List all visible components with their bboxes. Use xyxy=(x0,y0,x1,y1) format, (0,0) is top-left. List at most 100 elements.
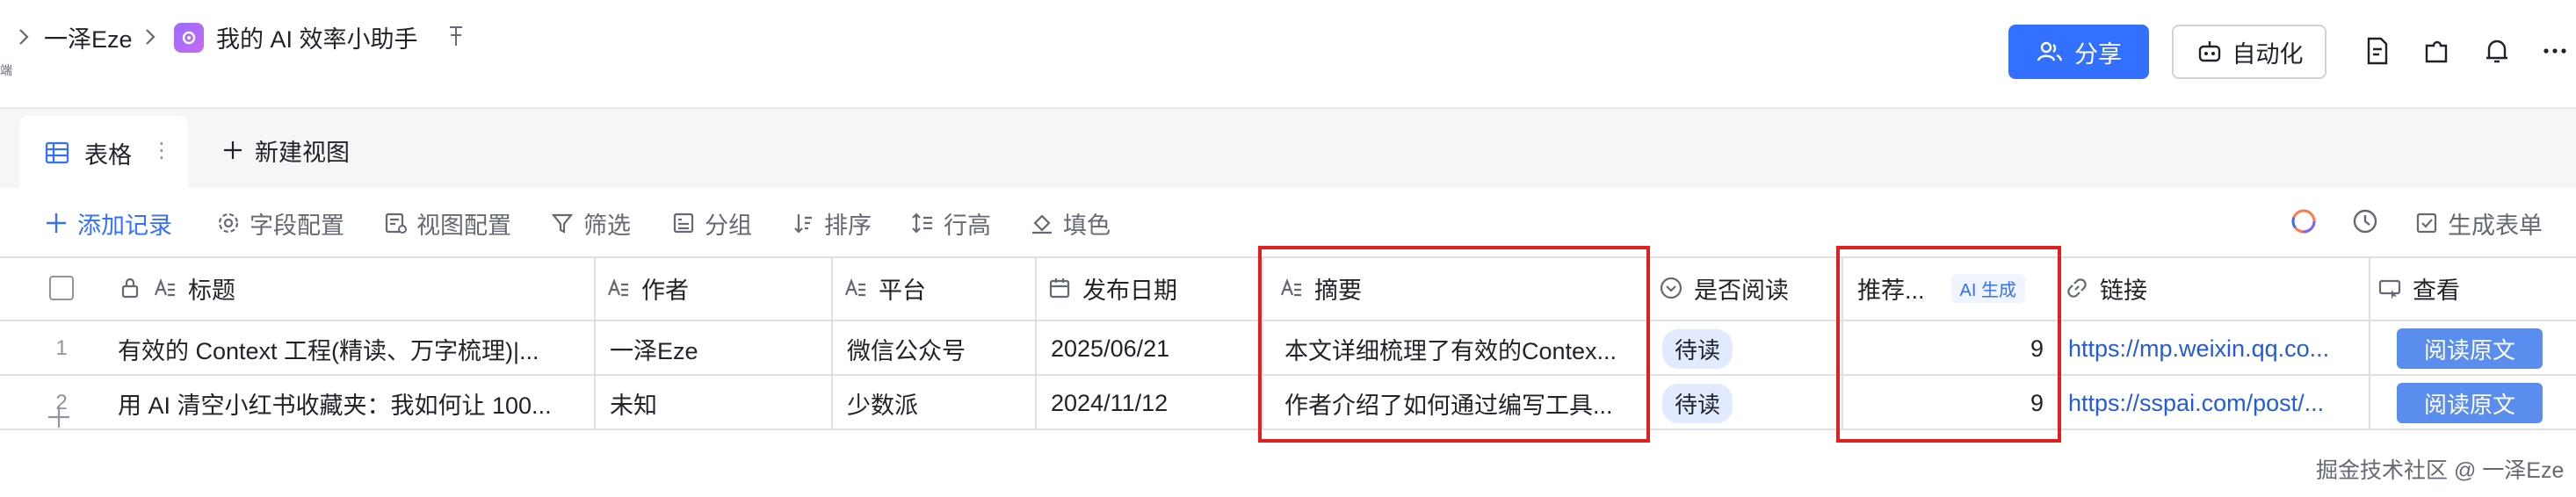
cell-title[interactable]: 用 AI 清空小红书收藏夹：我如何让 100... xyxy=(118,376,583,430)
base-title[interactable]: 我的 AI 效率小助手 xyxy=(216,19,418,54)
column-header-link-label: 链接 xyxy=(2100,277,2147,304)
column-header-summary[interactable]: 摘要 xyxy=(1279,256,1362,320)
tab-table[interactable]: 表格 ⋮ xyxy=(19,116,188,190)
cell-score[interactable]: 9 xyxy=(1854,321,2044,376)
fill-color-label: 填色 xyxy=(1063,212,1111,239)
sort-button[interactable]: 排序 xyxy=(791,205,872,241)
gear-icon xyxy=(218,212,239,234)
share-button[interactable]: 分享 xyxy=(2008,25,2149,79)
column-header-platform[interactable]: 平台 xyxy=(843,256,926,320)
more-icon[interactable] xyxy=(2539,35,2571,67)
read-original-button[interactable]: 阅读原文 xyxy=(2397,383,2543,423)
users-icon xyxy=(2037,41,2063,61)
column-header-view-label: 查看 xyxy=(2413,277,2460,304)
cell-date[interactable]: 2024/11/12 xyxy=(1051,376,1253,430)
button-field-icon xyxy=(2378,279,2401,299)
cell-author[interactable]: 一泽Eze xyxy=(610,321,821,376)
side-mark: 端 xyxy=(0,63,12,77)
group-button[interactable]: 分组 xyxy=(671,205,752,241)
status-tag: 待读 xyxy=(1662,328,1733,369)
new-view-button[interactable]: 新建视图 xyxy=(221,128,350,172)
link-icon xyxy=(2067,278,2087,298)
row-height-icon xyxy=(912,212,932,234)
cell-title[interactable]: 有效的 Context 工程(精读、万字梳理)|... xyxy=(118,321,583,376)
select-all-checkbox[interactable] xyxy=(49,276,74,300)
add-row-icon[interactable] xyxy=(46,404,72,430)
automation-button[interactable]: 自动化 xyxy=(2172,25,2326,79)
grid-line xyxy=(1842,256,1843,429)
group-label: 分组 xyxy=(705,212,752,239)
cell-summary[interactable]: 作者介绍了如何通过编写工具... xyxy=(1284,376,1639,430)
pin-icon[interactable] xyxy=(443,23,469,49)
cell-read[interactable]: 待读 xyxy=(1662,376,1829,430)
single-select-icon xyxy=(1660,277,1682,299)
generate-form-button[interactable]: 生成表单 xyxy=(2414,205,2543,241)
column-header-author[interactable]: 作者 xyxy=(606,256,689,320)
automation-label: 自动化 xyxy=(2232,40,2304,68)
bell-icon[interactable] xyxy=(2481,35,2513,67)
document-icon[interactable] xyxy=(2362,35,2393,67)
column-header-link[interactable]: 链接 xyxy=(2065,256,2147,320)
text-field-icon xyxy=(844,277,865,297)
read-original-button[interactable]: 阅读原文 xyxy=(2397,328,2543,369)
cell-score[interactable]: 9 xyxy=(1854,376,2044,430)
field-config-label: 字段配置 xyxy=(250,212,344,239)
grid-line xyxy=(2059,256,2061,429)
column-header-summary-label: 摘要 xyxy=(1314,277,1362,304)
filter-button[interactable]: 筛选 xyxy=(550,205,631,241)
column-header-read-label: 是否阅读 xyxy=(1694,277,1789,304)
plugin-icon[interactable] xyxy=(2421,35,2453,67)
filter-label: 筛选 xyxy=(583,212,631,239)
ai-assistant-icon[interactable] xyxy=(2288,205,2319,237)
row-number: 1 xyxy=(55,336,68,360)
cell-link[interactable]: https://mp.weixin.qq.co... xyxy=(2068,321,2360,376)
view-settings-icon xyxy=(385,212,407,234)
row-height-label: 行高 xyxy=(944,212,991,239)
expand-chevron-icon[interactable] xyxy=(18,19,30,54)
view-config-button[interactable]: 视图配置 xyxy=(383,205,511,241)
column-header-score-label: 推荐... xyxy=(1857,277,1925,304)
generate-form-label: 生成表单 xyxy=(2448,212,2543,239)
form-icon xyxy=(2416,212,2437,234)
cell-date[interactable]: 2025/06/21 xyxy=(1051,321,1253,376)
add-record-button[interactable]: 添加记录 xyxy=(44,205,172,241)
add-record-label: 添加记录 xyxy=(77,212,172,239)
cell-summary[interactable]: 本文详细梳理了有效的Contex... xyxy=(1284,321,1639,376)
grid-line xyxy=(1035,256,1037,429)
column-header-score[interactable]: 推荐... AI 生成 xyxy=(1857,256,2025,320)
sort-icon xyxy=(794,214,812,234)
row-height-button[interactable]: 行高 xyxy=(910,205,991,241)
column-header-view[interactable]: 查看 xyxy=(2377,256,2460,320)
text-field-icon xyxy=(607,277,628,297)
share-label: 分享 xyxy=(2074,40,2122,68)
view-config-label: 视图配置 xyxy=(416,212,511,239)
cell-author[interactable]: 未知 xyxy=(610,376,821,430)
cell-platform[interactable]: 少数派 xyxy=(847,376,1023,430)
column-header-read[interactable]: 是否阅读 xyxy=(1659,256,1789,320)
cell-platform[interactable]: 微信公众号 xyxy=(847,321,1023,376)
field-config-button[interactable]: 字段配置 xyxy=(216,205,344,241)
status-tag: 待读 xyxy=(1662,383,1733,423)
column-header-date[interactable]: 发布日期 xyxy=(1047,256,1177,320)
fill-color-button[interactable]: 填色 xyxy=(1030,205,1111,241)
text-field-icon xyxy=(1280,277,1301,297)
robot-icon xyxy=(2198,41,2220,62)
data-table: 标题 作者 平台 发布日期 摘要 是否阅读 推荐... AI 生成 链接 查看 … xyxy=(0,256,2576,451)
new-view-label: 新建视图 xyxy=(255,139,350,166)
view-toolbar: 添加记录 字段配置 视图配置 筛选 分组 排序 行高 填色 生成表单 xyxy=(0,188,2576,255)
tab-menu-icon[interactable]: ⋮ xyxy=(151,140,172,162)
cell-link[interactable]: https://sspai.com/post/... xyxy=(2068,376,2360,430)
sort-label: 排序 xyxy=(824,212,872,239)
tab-table-label: 表格 xyxy=(84,141,132,169)
table-icon xyxy=(45,141,69,164)
breadcrumb-chevron-icon xyxy=(144,19,156,54)
breadcrumb-parent[interactable]: 一泽Eze xyxy=(44,19,133,54)
cell-read[interactable]: 待读 xyxy=(1662,321,1829,376)
column-header-date-label: 发布日期 xyxy=(1082,277,1177,304)
calendar-icon xyxy=(1049,278,1070,299)
history-icon[interactable] xyxy=(2349,205,2381,237)
grid-line xyxy=(594,256,596,429)
column-header-platform-label: 平台 xyxy=(879,277,926,304)
column-header-title[interactable]: 标题 xyxy=(118,256,235,320)
watermark: 掘金技术社区 @ 一泽Eze xyxy=(2316,458,2565,483)
